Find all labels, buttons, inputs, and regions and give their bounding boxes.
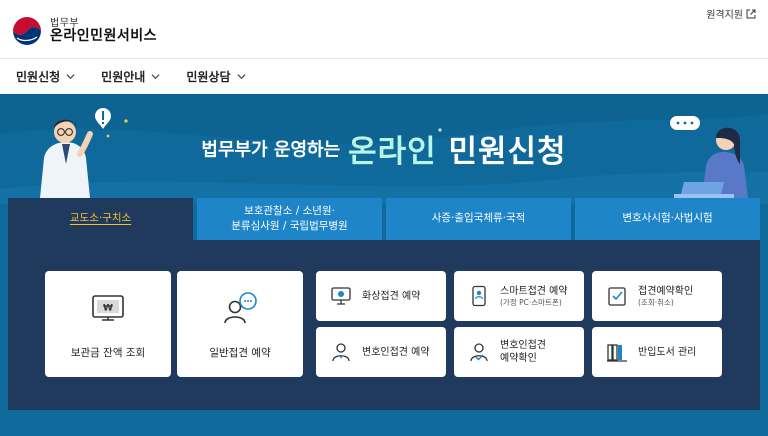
video-visit-card[interactable]: 화상접견 예약	[316, 271, 446, 321]
remote-support-label: 원격지원	[706, 10, 743, 21]
nav-item-apply[interactable]: 민원신청	[16, 68, 75, 85]
card-label: 스마트접견 예약	[500, 285, 568, 297]
card-label: 보관금 잔액 조회	[70, 346, 146, 359]
monitor-won-icon: ₩	[92, 294, 124, 321]
nav-item-label: 민원안내	[101, 70, 146, 84]
card-label: 변호인접견 예약	[362, 346, 430, 358]
card-label: 화상접견 예약	[362, 290, 421, 302]
nav-item-guide[interactable]: 민원안내	[101, 68, 160, 85]
logo-title: 온라인민원서비스	[50, 27, 158, 44]
smart-visit-card[interactable]: 스마트접견 예약 (가정 PC·스마트폰)	[454, 271, 584, 321]
hero-banner: 법무부가 운영하는 온라인 민원신청 교도소·구치소 보호관찰소 / 소년원· 분…	[0, 94, 768, 436]
nav-item-label: 민원신청	[16, 70, 61, 84]
person-chat-icon	[224, 291, 257, 323]
banner-title-highlight: 온라인	[348, 134, 437, 170]
remote-support-link[interactable]: 원격지원	[706, 6, 756, 21]
card-sublabel: (조회·취소)	[638, 297, 674, 307]
category-tabs: 교도소·구치소 보호관찰소 / 소년원· 분류심사원 / 국립법무병원 사증·출…	[8, 198, 760, 240]
tab-label: 사증·출입국체류·국적	[431, 212, 526, 225]
tab-probation[interactable]: 보호관찰소 / 소년원· 분류심사원 / 국립법무병원	[197, 198, 382, 240]
book-management-card[interactable]: 반입도서 관리	[592, 327, 722, 377]
services-panel: ₩ 보관금 잔액 조회 일반접견 예약 화상접견 예약 스마트접견 예약 (가정…	[8, 240, 760, 410]
tab-bar-exam[interactable]: 변호사시험·사법시험	[575, 198, 760, 240]
lawyer-confirm-card[interactable]: 변호인접견 예약확인	[454, 327, 584, 377]
chevron-down-icon	[151, 74, 160, 80]
smartphone-person-icon	[472, 285, 486, 307]
chevron-down-icon	[237, 74, 246, 80]
card-label: 접견예약확인	[638, 285, 694, 297]
banner-title-small: 법무부가 운영하는	[201, 139, 341, 161]
person-check-icon	[470, 343, 488, 362]
nav-item-label: 민원상담	[186, 70, 231, 84]
tab-prison[interactable]: 교도소·구치소	[8, 198, 193, 240]
illustration-woman-laptop	[670, 116, 748, 198]
main-nav: 민원신청 민원안내 민원상담	[0, 58, 768, 94]
lawyer-person-icon	[332, 343, 350, 362]
tab-label: 보호관찰소 / 소년원· 분류심사원 / 국립법무병원	[231, 204, 348, 232]
card-sublabel: (가정 PC·스마트폰)	[500, 297, 562, 307]
lawyer-visit-card[interactable]: 변호인접견 예약	[316, 327, 446, 377]
banner-title-main: 민원신청	[448, 134, 567, 170]
checklist-icon	[608, 287, 626, 306]
visit-confirm-card[interactable]: 접견예약확인 (조회·취소)	[592, 271, 722, 321]
external-link-icon	[746, 9, 756, 18]
card-label: 일반접견 예약	[209, 346, 271, 359]
card-label: 변호인접견 예약확인	[500, 340, 546, 364]
svg-text:₩: ₩	[103, 303, 113, 313]
government-emblem-icon	[11, 15, 43, 47]
books-icon	[607, 344, 627, 362]
card-label: 반입도서 관리	[638, 346, 697, 358]
general-visit-card[interactable]: 일반접견 예약	[177, 271, 303, 377]
nav-item-consult[interactable]: 민원상담	[186, 68, 246, 85]
tab-label: 교도소·구치소	[69, 212, 132, 225]
tab-label: 변호사시험·사법시험	[622, 212, 713, 225]
site-logo[interactable]: 법무부 온라인민원서비스	[10, 14, 157, 48]
tab-immigration[interactable]: 사증·출입국체류·국적	[386, 198, 571, 240]
balance-inquiry-card[interactable]: ₩ 보관금 잔액 조회	[45, 271, 171, 377]
video-monitor-icon	[331, 287, 351, 305]
chevron-down-icon	[66, 74, 75, 80]
site-header: 법무부 온라인민원서비스 원격지원	[0, 0, 768, 58]
